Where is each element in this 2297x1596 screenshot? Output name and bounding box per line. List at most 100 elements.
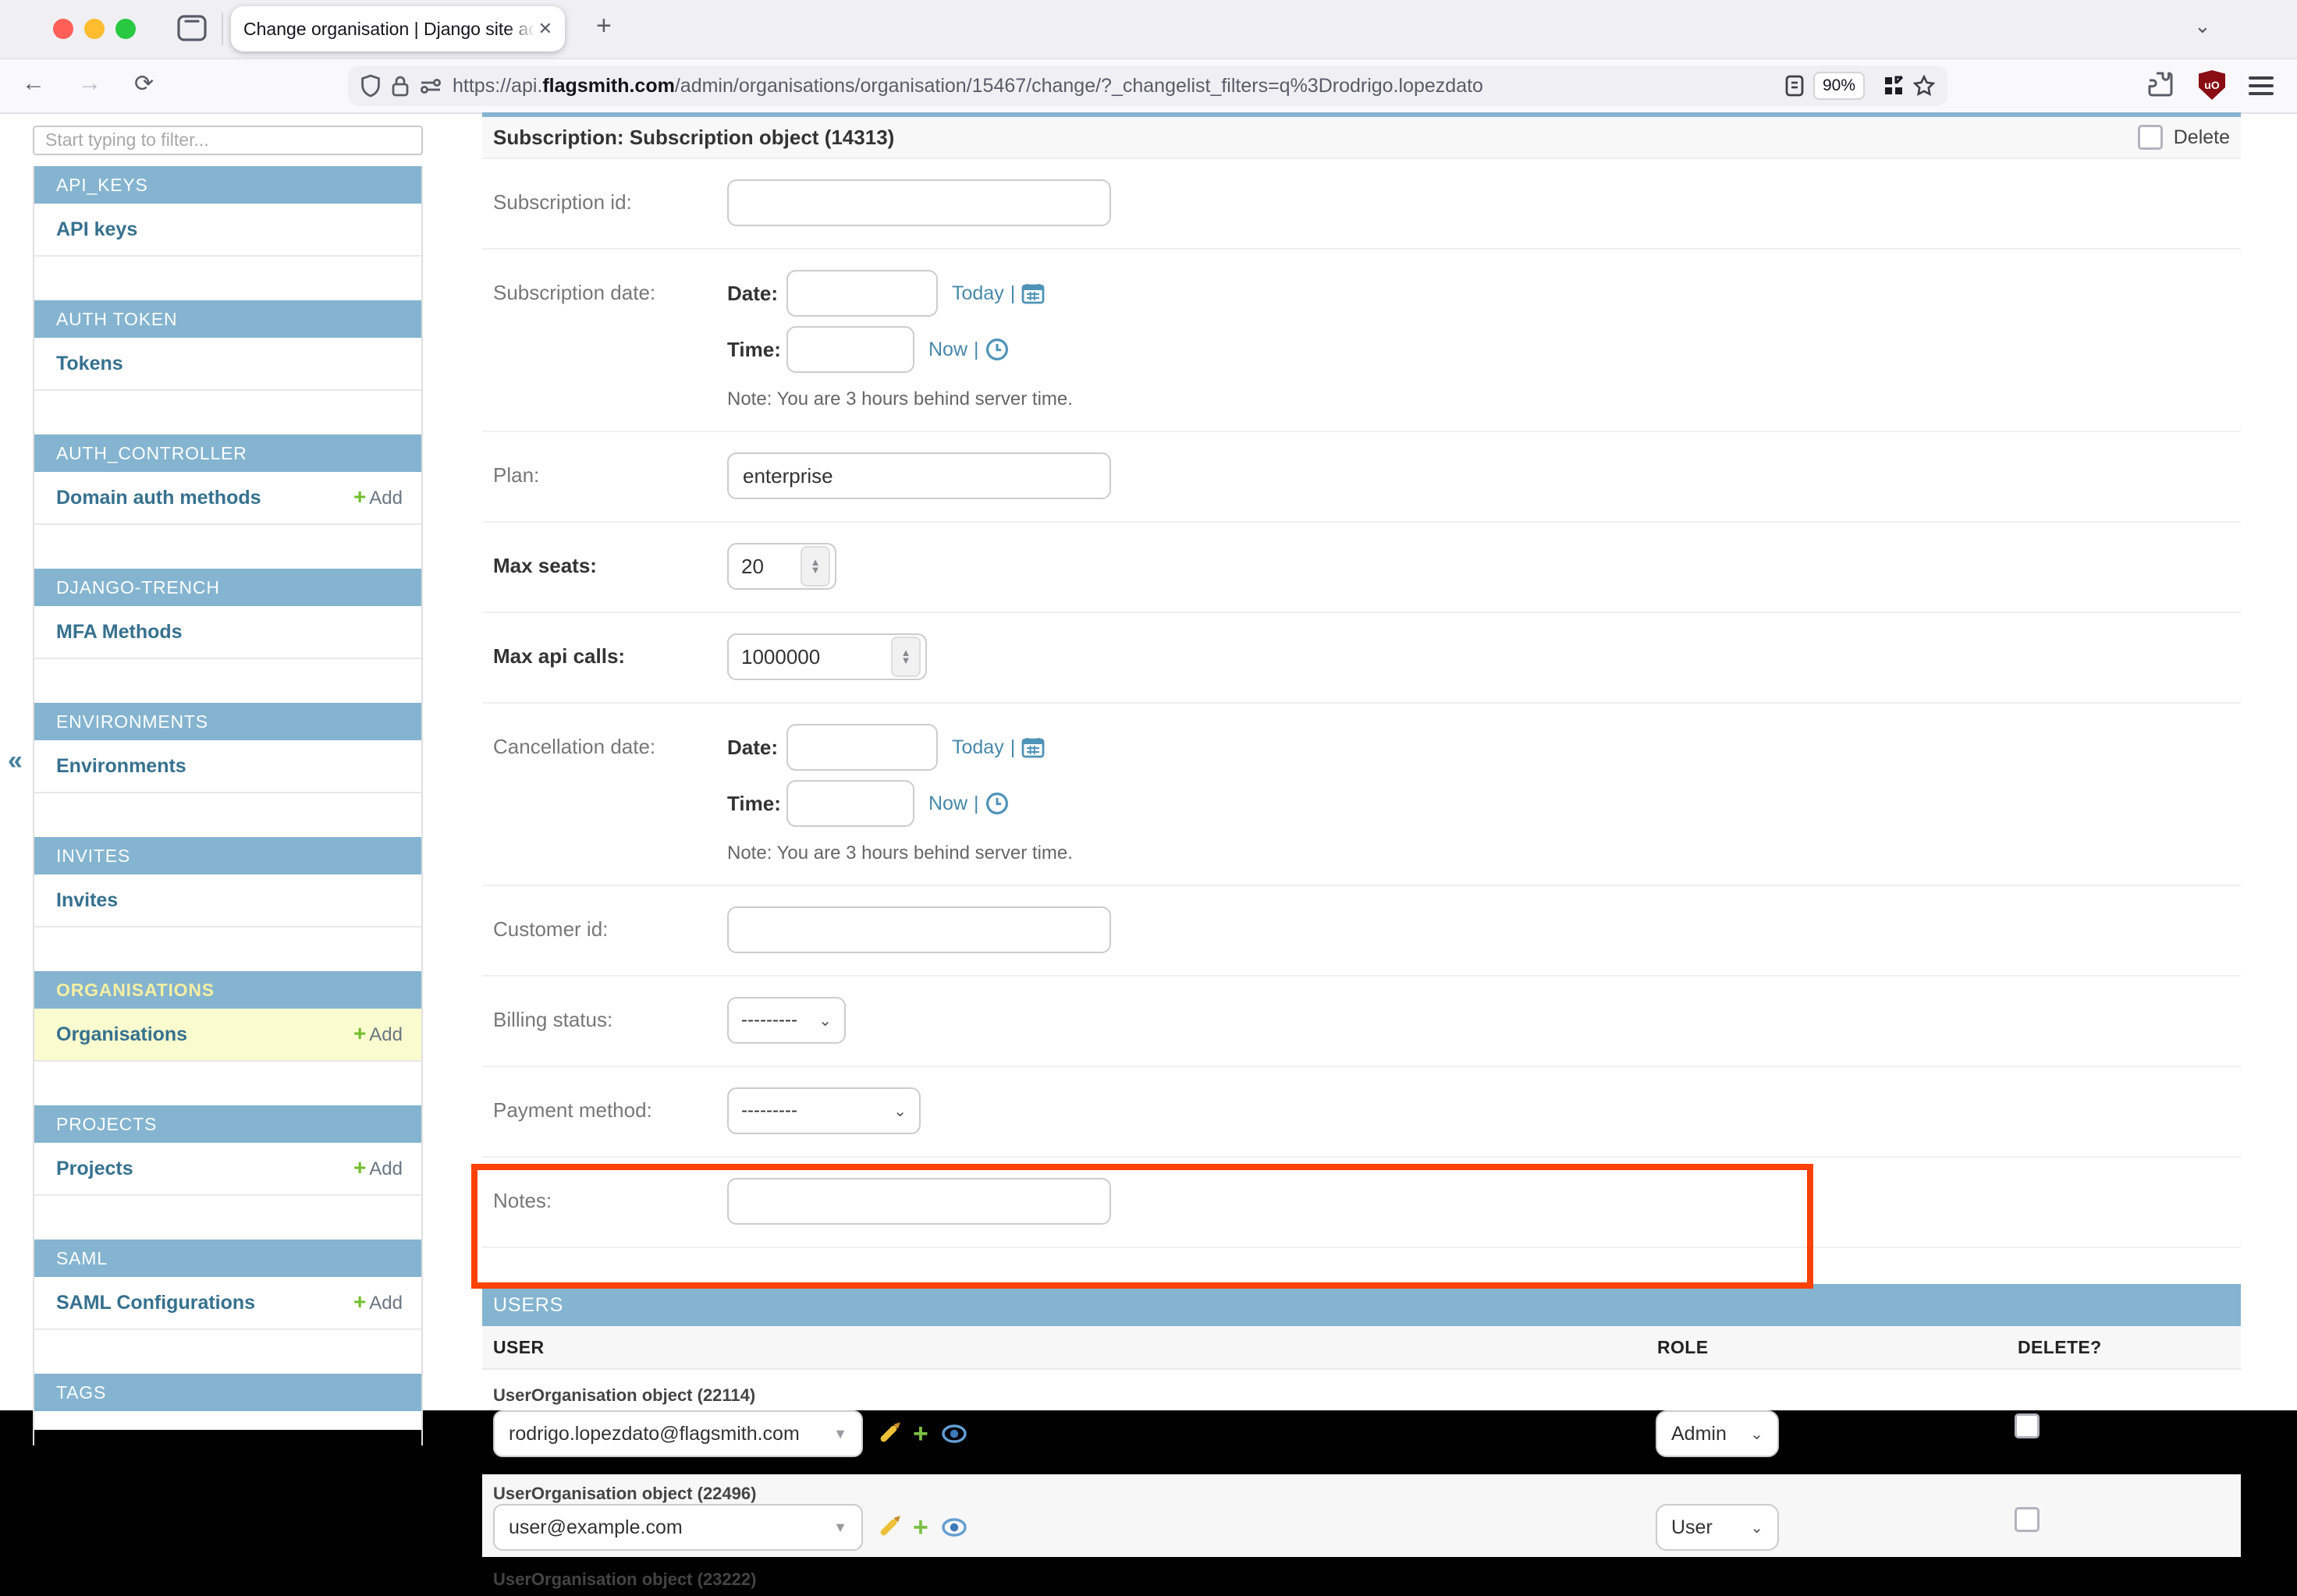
cancellation-date-input[interactable] (786, 724, 938, 771)
clock-icon[interactable] (985, 338, 1009, 361)
date-sublabel: Date: (727, 736, 786, 760)
select-arrow-icon: ▼ (833, 1520, 847, 1536)
field-label: Customer id: (493, 906, 727, 942)
url-bar[interactable]: https://api.flagsmith.com/admin/organisa… (348, 66, 1947, 106)
inline-object-label: UserOrganisation object (22114) (493, 1385, 755, 1406)
url-prefix: https://api. (453, 75, 542, 97)
inline-object-label: UserOrganisation object (22496) (493, 1484, 756, 1504)
delete-label: Delete (2174, 126, 2230, 149)
sidebar-item-projects[interactable]: Projects +Add (34, 1143, 421, 1196)
user-select[interactable]: user@example.com ▼ (493, 1504, 863, 1551)
field-label: Cancellation date: (493, 724, 727, 759)
sidebar-item-invites[interactable]: Invites (34, 874, 421, 927)
role-select[interactable]: Admin ⌄ (1656, 1410, 1779, 1457)
add-link[interactable]: +Add (353, 1008, 403, 1061)
lock-icon[interactable] (392, 75, 409, 97)
forward-button[interactable]: → (78, 70, 101, 97)
plan-input[interactable] (727, 452, 1111, 499)
change-form: Subscription: Subscription object (14313… (482, 112, 2241, 1596)
sidebar-toggle-icon[interactable] (176, 14, 208, 42)
field-label: Plan: (493, 452, 727, 488)
browser-tab[interactable]: Change organisation | Django site ad ✕ (231, 6, 565, 51)
delete-row-checkbox[interactable] (2015, 1413, 2040, 1438)
ublock-origin-icon[interactable]: uO (2199, 70, 2225, 100)
sidebar-item-saml-configurations[interactable]: SAML Configurations +Add (34, 1277, 421, 1330)
sidebar-item-api-keys[interactable]: API keys (34, 204, 421, 257)
browser-toolbar: ← → ⟳ https://api.flagsmith.com/admin/or… (0, 59, 2297, 114)
sidebar-item-mfa-methods[interactable]: MFA Methods (34, 606, 421, 659)
clock-icon[interactable] (985, 792, 1009, 815)
bookmark-star-icon[interactable] (1913, 75, 1935, 97)
sidebar-item-organisations[interactable]: Organisations +Add (34, 1009, 421, 1062)
now-link[interactable]: Now (928, 793, 967, 815)
customer-id-input[interactable] (727, 906, 1111, 953)
edit-pencil-icon[interactable] (879, 1424, 898, 1443)
add-link[interactable]: +Add (353, 471, 403, 524)
users-inline-section: USERS USER ROLE DELETE? UserOrganisation… (482, 1284, 2241, 1596)
tab-close-icon[interactable]: ✕ (538, 19, 552, 39)
sidebar-section-header: ENVIRONMENTS (34, 703, 421, 740)
max-seats-stepper[interactable]: 20 ▲▼ (727, 543, 836, 590)
cancellation-time-input[interactable] (786, 780, 914, 827)
sidebar-module-invites: INVITES Invites (34, 837, 421, 927)
today-link[interactable]: Today (952, 736, 1004, 759)
sidebar-section-header: PROJECTS (34, 1105, 421, 1143)
sidebar-module-api-keys: API_KEYS API keys (34, 166, 421, 257)
now-link[interactable]: Now (928, 339, 967, 361)
add-link[interactable]: +Add (353, 1276, 403, 1329)
view-eye-icon[interactable] (941, 1517, 967, 1537)
sidebar-filter-input[interactable] (33, 126, 423, 155)
sidebar-collapse-icon[interactable]: « (8, 746, 23, 776)
delete-row-checkbox[interactable] (2015, 1507, 2040, 1532)
permissions-icon[interactable] (420, 76, 442, 95)
max-api-calls-stepper[interactable]: 1000000 ▲▼ (727, 633, 927, 680)
list-tabs-chevron-icon[interactable]: ⌄ (2194, 14, 2211, 38)
today-link[interactable]: Today (952, 282, 1004, 305)
spinner-buttons[interactable]: ▲▼ (891, 637, 921, 677)
minimize-window-button[interactable] (84, 19, 105, 39)
form-row-billing-status: Billing status: --------- ⌄ (482, 977, 2241, 1067)
user-row: UserOrganisation object (22496) user@exa… (482, 1474, 2241, 1557)
zoom-level-chip[interactable]: 90% (1813, 72, 1865, 100)
close-window-button[interactable] (53, 19, 73, 39)
chevron-down-icon: ⌄ (1750, 1424, 1763, 1444)
add-plus-icon[interactable]: + (913, 1516, 928, 1538)
sidebar-item-environments[interactable]: Environments (34, 740, 421, 793)
role-select[interactable]: User ⌄ (1656, 1504, 1779, 1551)
url-text[interactable]: https://api.flagsmith.com/admin/organisa… (453, 75, 1776, 98)
tab-separator (222, 12, 223, 45)
billing-status-select[interactable]: --------- ⌄ (727, 997, 846, 1044)
screenshot-grid-icon[interactable] (1883, 76, 1904, 96)
sidebar-item-tokens[interactable]: Tokens (34, 338, 421, 391)
new-tab-button[interactable]: + (596, 11, 612, 41)
tracking-protection-shield-icon[interactable] (360, 74, 381, 98)
calendar-icon[interactable] (1021, 736, 1045, 758)
sidebar-module-environments: ENVIRONMENTS Environments (34, 703, 421, 793)
add-plus-icon[interactable]: + (913, 1423, 928, 1445)
edit-pencil-icon[interactable] (879, 1518, 898, 1537)
subscription-date-input[interactable] (786, 270, 938, 317)
calendar-icon[interactable] (1021, 282, 1045, 304)
field-label: Payment method: (493, 1087, 727, 1123)
back-button[interactable]: ← (22, 70, 45, 97)
menu-hamburger-icon[interactable] (2249, 72, 2274, 100)
zoom-window-button[interactable] (115, 19, 136, 39)
subscription-id-input[interactable] (727, 179, 1111, 226)
spinner-buttons[interactable]: ▲▼ (801, 546, 830, 587)
form-row-subscription-date: Subscription date: Date: Today | Time: N… (482, 250, 2241, 432)
add-link[interactable]: +Add (353, 1142, 403, 1195)
browser-window: { "browser": { "tab_title": "Change orga… (0, 0, 2297, 1410)
view-eye-icon[interactable] (941, 1424, 967, 1444)
form-row-payment-method: Payment method: --------- ⌄ (482, 1067, 2241, 1158)
form-row-cancellation-date: Cancellation date: Date: Today | Time: N… (482, 704, 2241, 886)
user-select[interactable]: rodrigo.lopezdato@flagsmith.com ▼ (493, 1410, 863, 1457)
subscription-time-input[interactable] (786, 326, 914, 373)
delete-checkbox[interactable] (2138, 125, 2163, 150)
reload-button[interactable]: ⟳ (134, 70, 154, 98)
reader-mode-icon[interactable] (1785, 75, 1804, 97)
sidebar-item-domain-auth-methods[interactable]: Domain auth methods +Add (34, 472, 421, 525)
extensions-puzzle-icon[interactable] (2146, 70, 2174, 98)
plus-icon: + (353, 1289, 366, 1314)
payment-method-select[interactable]: --------- ⌄ (727, 1087, 921, 1134)
tab-title: Change organisation | Django site ad (243, 19, 535, 40)
